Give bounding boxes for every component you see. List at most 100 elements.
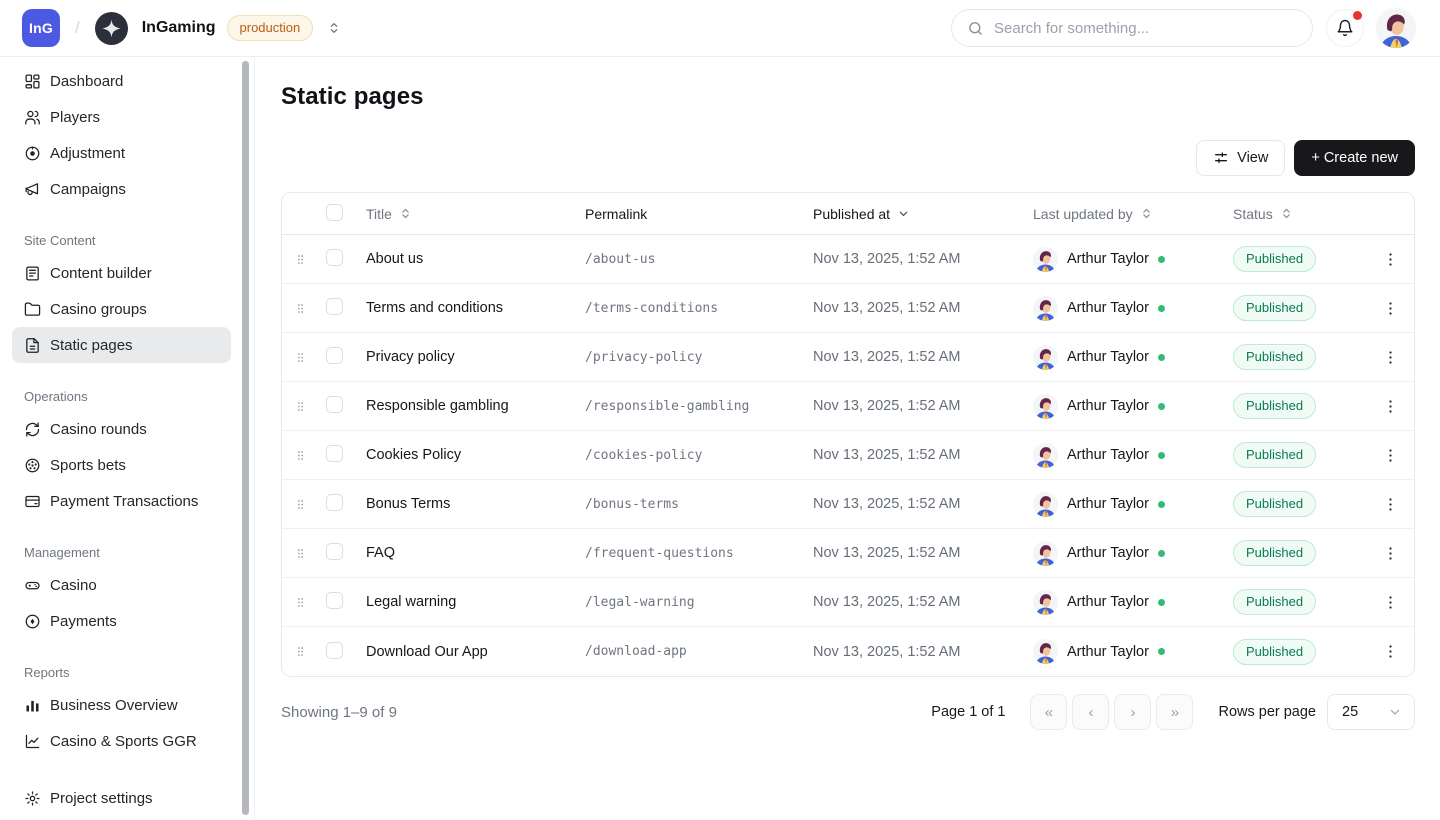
permalink-cell: /legal-warning xyxy=(585,595,813,610)
drag-handle-icon[interactable] xyxy=(294,252,307,267)
sparkle-icon xyxy=(100,17,123,40)
row-actions-menu-icon[interactable] xyxy=(1382,251,1399,268)
row-actions-menu-icon[interactable] xyxy=(1382,496,1399,513)
row-actions-menu-icon[interactable] xyxy=(1382,545,1399,562)
ggr-icon xyxy=(24,733,41,750)
table-row[interactable]: Download Our App /download-app Nov 13, 2… xyxy=(282,627,1414,676)
rows-per-page-select[interactable]: 25 xyxy=(1327,694,1415,730)
sidebar-item[interactable]: Payments xyxy=(12,603,231,639)
view-button[interactable]: View xyxy=(1196,140,1285,176)
online-status-dot xyxy=(1158,256,1165,263)
published-at-cell: Nov 13, 2025, 1:52 AM xyxy=(813,644,1033,660)
online-status-dot xyxy=(1158,305,1165,312)
sidebar-scrollbar[interactable] xyxy=(242,61,249,815)
sidebar-item-project-settings[interactable]: Project settings xyxy=(12,780,231,816)
sidebar-section: Dashboard Players Adjustment Campaigns xyxy=(0,63,254,207)
row-actions-menu-icon[interactable] xyxy=(1382,300,1399,317)
user-avatar xyxy=(1033,394,1058,419)
drag-handle-icon[interactable] xyxy=(294,448,307,463)
drag-handle-icon[interactable] xyxy=(294,301,307,316)
column-published-at[interactable]: Published at xyxy=(813,206,1033,222)
sidebar-item[interactable]: Campaigns xyxy=(12,171,231,207)
pagination-button[interactable]: ‹ xyxy=(1072,694,1109,730)
row-checkbox[interactable] xyxy=(326,592,343,609)
table-row[interactable]: Bonus Terms /bonus-terms Nov 13, 2025, 1… xyxy=(282,480,1414,529)
row-checkbox[interactable] xyxy=(326,642,343,659)
row-checkbox[interactable] xyxy=(326,347,343,364)
column-last-updated-by[interactable]: Last updated by xyxy=(1033,206,1233,222)
row-checkbox[interactable] xyxy=(326,396,343,413)
page-title-cell: About us xyxy=(366,251,585,267)
casino-groups-icon xyxy=(24,301,41,318)
sort-icon[interactable] xyxy=(1280,207,1293,220)
sidebar-item[interactable]: Sports bets xyxy=(12,447,231,483)
published-at-cell: Nov 13, 2025, 1:52 AM xyxy=(813,496,1033,512)
row-actions-menu-icon[interactable] xyxy=(1382,349,1399,366)
notifications-button[interactable] xyxy=(1326,9,1364,47)
column-status[interactable]: Status xyxy=(1233,206,1366,222)
search-input[interactable] xyxy=(994,20,1297,37)
table-row[interactable]: FAQ /frequent-questions Nov 13, 2025, 1:… xyxy=(282,529,1414,578)
table-row[interactable]: Privacy policy /privacy-policy Nov 13, 2… xyxy=(282,333,1414,382)
chevrons-up-down-icon[interactable] xyxy=(326,20,342,36)
sidebar-item[interactable]: Content builder xyxy=(12,255,231,291)
pagination-button[interactable]: « xyxy=(1030,694,1067,730)
sort-icon[interactable] xyxy=(399,207,412,220)
sidebar-item[interactable]: Casino rounds xyxy=(12,411,231,447)
permalink-cell: /responsible-gambling xyxy=(585,399,813,414)
user-avatar[interactable] xyxy=(1376,8,1416,48)
project-avatar[interactable] xyxy=(95,12,128,45)
row-checkbox[interactable] xyxy=(326,298,343,315)
sidebar-item[interactable]: Static pages xyxy=(12,327,231,363)
row-checkbox[interactable] xyxy=(326,445,343,462)
sidebar-item[interactable]: Casino groups xyxy=(12,291,231,327)
pagination-button[interactable]: » xyxy=(1156,694,1193,730)
permalink-cell: /terms-conditions xyxy=(585,301,813,316)
status-badge: Published xyxy=(1233,393,1316,419)
row-actions-menu-icon[interactable] xyxy=(1382,594,1399,611)
view-settings-icon xyxy=(1213,150,1229,166)
drag-handle-icon[interactable] xyxy=(294,546,307,561)
table-row[interactable]: Terms and conditions /terms-conditions N… xyxy=(282,284,1414,333)
row-checkbox[interactable] xyxy=(326,494,343,511)
row-checkbox[interactable] xyxy=(326,249,343,266)
global-search[interactable] xyxy=(951,9,1313,47)
row-checkbox[interactable] xyxy=(326,543,343,560)
sort-desc-icon[interactable] xyxy=(897,207,910,220)
select-all-checkbox[interactable] xyxy=(326,204,343,221)
permalink-cell: /download-app xyxy=(585,644,813,659)
table-row[interactable]: Responsible gambling /responsible-gambli… xyxy=(282,382,1414,431)
sidebar-item[interactable]: Casino & Sports GGR xyxy=(12,723,231,759)
sidebar-item[interactable]: Payment Transactions xyxy=(12,483,231,519)
app-logo[interactable]: InG xyxy=(22,9,60,47)
column-title[interactable]: Title xyxy=(366,206,585,222)
updated-by-cell: Arthur Taylor xyxy=(1033,443,1233,468)
adjustment-icon xyxy=(24,145,41,162)
drag-handle-icon[interactable] xyxy=(294,595,307,610)
table-row[interactable]: Cookies Policy /cookies-policy Nov 13, 2… xyxy=(282,431,1414,480)
drag-handle-icon[interactable] xyxy=(294,350,307,365)
drag-handle-icon[interactable] xyxy=(294,399,307,414)
page-title-cell: Terms and conditions xyxy=(366,300,585,316)
sidebar-item[interactable]: Business Overview xyxy=(12,687,231,723)
drag-handle-icon[interactable] xyxy=(294,644,307,659)
row-actions-menu-icon[interactable] xyxy=(1382,398,1399,415)
project-settings-icon xyxy=(24,790,41,807)
sidebar-item[interactable]: Dashboard xyxy=(12,63,231,99)
sidebar-section: Business Overview Casino & Sports GGR xyxy=(0,687,254,759)
create-new-button[interactable]: + Create new xyxy=(1294,140,1415,176)
sidebar-item[interactable]: Players xyxy=(12,99,231,135)
sidebar-item[interactable]: Casino xyxy=(12,567,231,603)
row-actions-menu-icon[interactable] xyxy=(1382,643,1399,660)
user-avatar xyxy=(1033,296,1058,321)
topbar: InG / InGaming production xyxy=(0,0,1440,57)
row-actions-menu-icon[interactable] xyxy=(1382,447,1399,464)
table-row[interactable]: About us /about-us Nov 13, 2025, 1:52 AM… xyxy=(282,235,1414,284)
sidebar-item[interactable]: Adjustment xyxy=(12,135,231,171)
drag-handle-icon[interactable] xyxy=(294,497,307,512)
pagination-button[interactable]: › xyxy=(1114,694,1151,730)
user-avatar xyxy=(1033,345,1058,370)
updated-by-cell: Arthur Taylor xyxy=(1033,492,1233,517)
table-row[interactable]: Legal warning /legal-warning Nov 13, 202… xyxy=(282,578,1414,627)
sort-icon[interactable] xyxy=(1140,207,1153,220)
